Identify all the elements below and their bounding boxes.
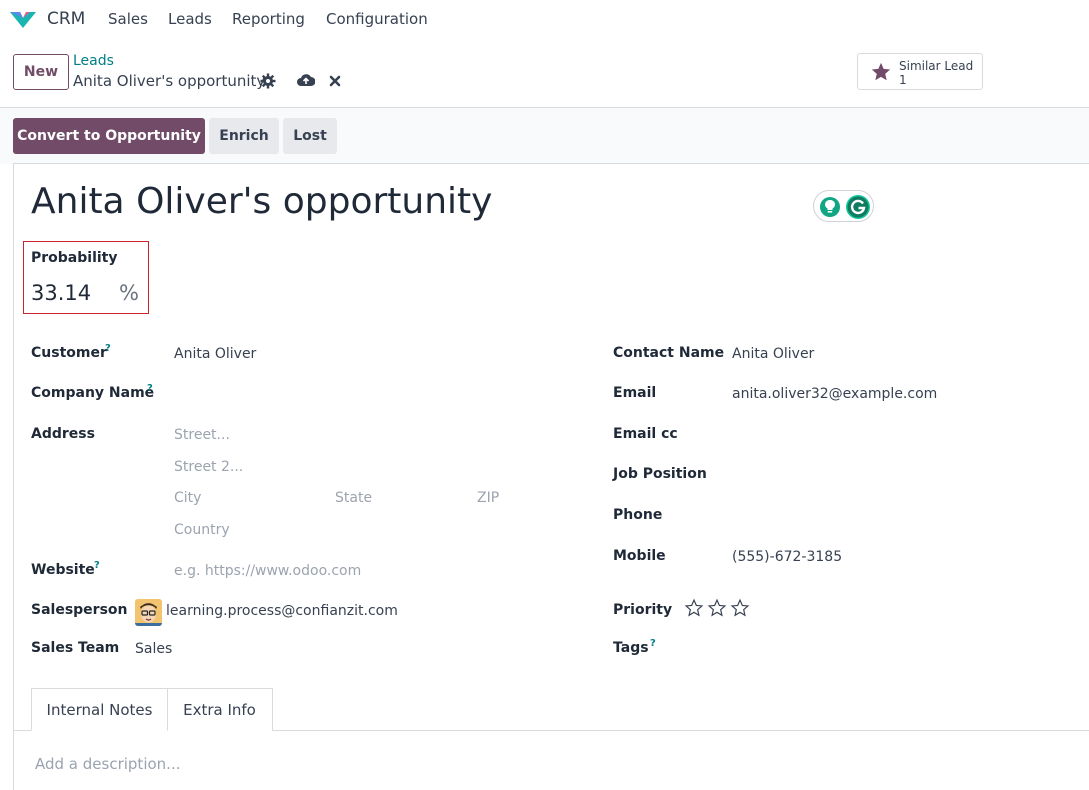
- probability-label: Probability: [31, 250, 118, 266]
- company-name-label: Company Name: [31, 385, 155, 401]
- control-panel: New Leads Anita Oliver's opportunity Sim…: [0, 38, 1089, 108]
- customer-field[interactable]: Anita Oliver: [174, 346, 256, 362]
- similar-lead-button[interactable]: Similar Lead 1: [857, 53, 983, 90]
- salesperson-field[interactable]: learning.process@confianzit.com: [166, 603, 398, 619]
- mobile-label: Mobile: [613, 548, 666, 564]
- percent-sign: %: [119, 281, 139, 305]
- action-bar: Convert to Opportunity Enrich Lost: [0, 108, 1089, 164]
- app-name[interactable]: CRM: [47, 9, 85, 29]
- top-navbar: CRM Sales Leads Reporting Configuration: [0, 0, 1089, 38]
- state-input[interactable]: State: [335, 490, 372, 506]
- tags-help-icon[interactable]: ?: [650, 638, 656, 649]
- breadcrumb-current: Anita Oliver's opportunity: [73, 72, 266, 90]
- probability-input[interactable]: 33.14: [31, 281, 91, 305]
- email-field[interactable]: anita.oliver32@example.com: [732, 386, 937, 402]
- priority-star-3-icon[interactable]: [730, 598, 750, 618]
- gear-icon[interactable]: [259, 72, 277, 90]
- cloud-upload-icon[interactable]: [296, 71, 316, 89]
- zip-input[interactable]: ZIP: [477, 490, 499, 506]
- crm-logo-icon[interactable]: [8, 9, 38, 29]
- lost-button[interactable]: Lost: [283, 118, 337, 154]
- avatar[interactable]: [135, 599, 162, 626]
- website-help-icon[interactable]: ?: [94, 560, 100, 571]
- website-input[interactable]: e.g. https://www.odoo.com: [174, 563, 361, 579]
- enrich-button[interactable]: Enrich: [209, 118, 279, 154]
- priority-label: Priority: [613, 602, 673, 618]
- menu-sales[interactable]: Sales: [108, 10, 148, 28]
- tab-extra-info[interactable]: Extra Info: [167, 688, 273, 731]
- description-input[interactable]: Add a description...: [35, 755, 180, 773]
- lead-title[interactable]: Anita Oliver's opportunity: [31, 181, 492, 222]
- sales-team-field[interactable]: Sales: [135, 641, 172, 657]
- country-input[interactable]: Country: [174, 522, 230, 538]
- job-position-label: Job Position: [613, 466, 707, 482]
- customer-label: Customer: [31, 345, 107, 361]
- menu-leads[interactable]: Leads: [168, 10, 212, 28]
- city-input[interactable]: City: [174, 490, 201, 506]
- priority-star-2-icon[interactable]: [707, 598, 727, 618]
- tags-label: Tags: [613, 640, 649, 656]
- new-button[interactable]: New: [13, 54, 69, 90]
- company-help-icon[interactable]: ?: [147, 383, 153, 394]
- website-label: Website: [31, 562, 95, 578]
- menu-reporting[interactable]: Reporting: [232, 10, 305, 28]
- star-icon: [871, 62, 891, 81]
- convert-to-opportunity-button[interactable]: Convert to Opportunity: [13, 118, 205, 154]
- similar-lead-label: Similar Lead: [899, 59, 974, 73]
- contact-name-field[interactable]: Anita Oliver: [732, 346, 814, 362]
- sales-team-label: Sales Team: [31, 640, 120, 656]
- email-label: Email: [613, 385, 657, 401]
- breadcrumb-leads[interactable]: Leads: [73, 53, 114, 69]
- mobile-field[interactable]: (555)-672-3185: [732, 549, 842, 565]
- street2-input[interactable]: Street 2...: [174, 459, 243, 475]
- salesperson-label: Salesperson: [31, 602, 128, 618]
- discard-close-icon[interactable]: [326, 72, 344, 90]
- contact-name-label: Contact Name: [613, 345, 725, 361]
- priority-stars: [684, 598, 750, 618]
- menu-configuration[interactable]: Configuration: [326, 10, 428, 28]
- address-label: Address: [31, 426, 95, 442]
- similar-lead-count: 1: [899, 73, 907, 87]
- email-cc-label: Email cc: [613, 426, 678, 442]
- tab-internal-notes[interactable]: Internal Notes: [31, 688, 168, 731]
- street-input[interactable]: Street...: [174, 427, 230, 443]
- customer-help-icon[interactable]: ?: [105, 343, 111, 354]
- priority-star-1-icon[interactable]: [684, 598, 704, 618]
- phone-label: Phone: [613, 507, 663, 523]
- assistant-widget[interactable]: [813, 190, 874, 222]
